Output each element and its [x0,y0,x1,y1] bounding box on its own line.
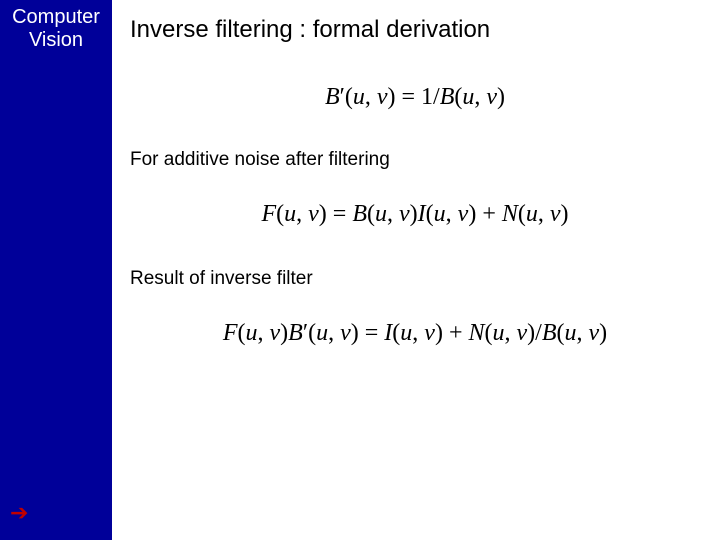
caption-2: Result of inverse filter [130,268,700,290]
sidebar-title: Computer Vision [0,6,112,52]
sidebar-title-line2: Vision [29,29,83,51]
slide: Computer Vision ➔ Inverse filtering : fo… [0,0,720,540]
sidebar: Computer Vision ➔ [0,0,112,540]
equation-1: B′(u, v) = 1/B(u, v) [130,84,700,111]
arrow-icon: ➔ [10,500,28,526]
equation-3: F(u, v)B′(u, v) = I(u, v) + N(u, v)/B(u,… [130,320,700,347]
sidebar-title-line1: Computer [12,6,100,28]
equation-2: F(u, v) = B(u, v)I(u, v) + N(u, v) [130,201,700,228]
caption-1: For additive noise after filtering [130,149,700,171]
slide-heading: Inverse filtering : formal derivation [130,16,700,44]
content-area: Inverse filtering : formal derivation B′… [112,0,720,540]
